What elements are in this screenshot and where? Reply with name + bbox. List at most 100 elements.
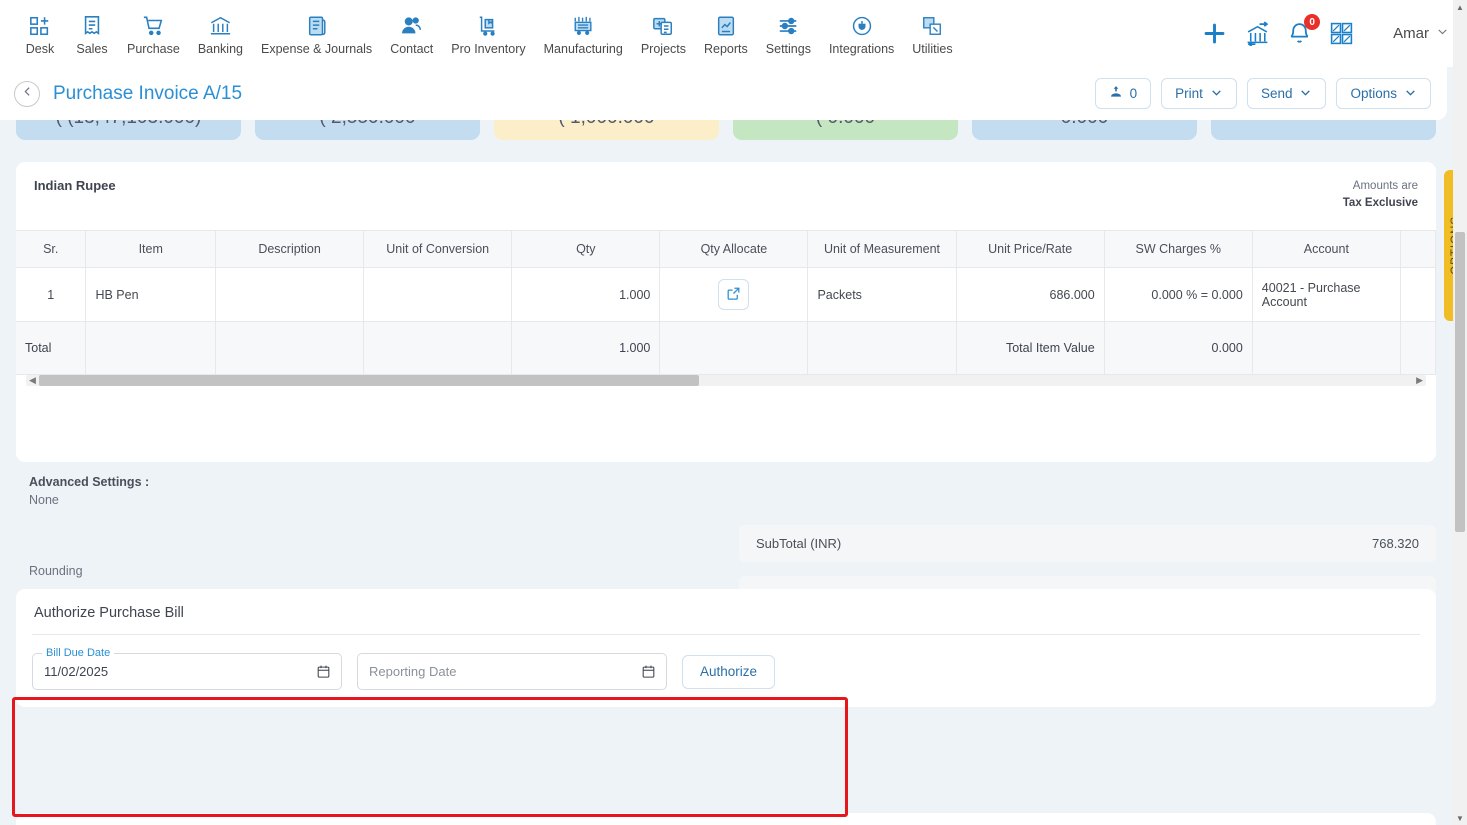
external-link-icon <box>726 286 741 304</box>
nav-item-expense-journals[interactable]: Expense & Journals <box>252 11 381 56</box>
add-plus-icon[interactable] <box>1201 20 1228 47</box>
scroll-up-arrow[interactable]: ▲ <box>1453 0 1467 14</box>
options-label: Options <box>1350 86 1397 101</box>
column-header-actions <box>1400 230 1437 269</box>
bank-transfer-icon[interactable] <box>1245 21 1270 46</box>
apps-grid-icon[interactable] <box>1329 21 1354 46</box>
page-body: ( (13,47,103.000) ( 2,550.000 ( 1,000.00… <box>0 100 1453 825</box>
options-button[interactable]: Options <box>1336 78 1431 109</box>
nav-label: Sales <box>76 42 108 56</box>
attachments-button[interactable]: 0 <box>1094 78 1152 109</box>
settings-sliders-icon <box>777 11 800 37</box>
page-scrollbar[interactable]: ▲ ▼ <box>1453 0 1467 825</box>
total-item-value: 0.000 <box>1104 321 1253 376</box>
reporting-date-field[interactable]: Reporting Date <box>357 653 667 690</box>
cell-row-actions <box>1400 267 1437 323</box>
column-header-qty-allocate[interactable]: Qty Allocate <box>659 230 809 269</box>
nav-item-integrations[interactable]: Integrations <box>820 11 903 56</box>
column-header-description[interactable]: Description <box>215 230 365 269</box>
total-description-blank <box>215 321 365 376</box>
qty-allocate-button[interactable] <box>718 279 750 311</box>
reports-chart-icon <box>715 11 737 37</box>
nav-item-desk[interactable]: Desk <box>14 11 66 56</box>
calendar-icon[interactable] <box>316 664 331 679</box>
total-value: 768.320 <box>1372 536 1419 551</box>
table-header-row: Sr. Item Description Unit of Conversion … <box>16 230 1437 269</box>
advanced-settings: Advanced Settings : None <box>29 475 149 507</box>
total-item-value-label: Total Item Value <box>956 321 1105 376</box>
scroll-right-arrow[interactable]: ▶ <box>1413 375 1426 386</box>
nav-item-utilities[interactable]: Utilities <box>903 11 961 56</box>
total-actions-blank <box>1400 321 1437 376</box>
sales-receipt-icon <box>81 11 103 37</box>
print-button[interactable]: Print <box>1161 78 1237 109</box>
attachments-count: 0 <box>1129 86 1138 101</box>
column-header-account[interactable]: Account <box>1252 230 1401 269</box>
column-header-item[interactable]: Item <box>85 230 217 269</box>
chevron-down-icon <box>1436 25 1449 43</box>
scroll-down-arrow[interactable]: ▼ <box>1453 811 1467 825</box>
tax-note-line2: Tax Exclusive <box>1342 196 1418 209</box>
tax-note: Amounts are Tax Exclusive <box>1343 178 1418 211</box>
total-qty: 1.000 <box>511 321 661 376</box>
table-horizontal-scrollbar[interactable]: ◀ ▶ <box>26 375 1426 387</box>
total-uom-blank <box>807 321 957 376</box>
total-label: SubTotal (INR) <box>756 536 842 551</box>
cell-qty-allocate <box>659 267 809 323</box>
notification-bell-icon[interactable]: 0 <box>1287 14 1321 46</box>
bill-due-date-label: Bill Due Date <box>42 647 115 659</box>
nav-item-pro-inventory[interactable]: Pro Inventory <box>442 11 534 56</box>
table-row[interactable]: 1 HB Pen 1.000 Packets 686.000 0.000 % =… <box>16 267 1437 323</box>
cell-unit-price[interactable]: 686.000 <box>956 267 1105 323</box>
cell-item-link[interactable]: HB Pen <box>85 267 217 323</box>
history-section-title: History & Notes <box>16 813 1436 825</box>
currency-row: Indian Rupee Amounts are Tax Exclusive <box>16 162 1436 211</box>
nav-item-banking[interactable]: Banking <box>189 11 252 56</box>
highlight-box <box>12 697 848 817</box>
nav-item-purchase[interactable]: Purchase <box>118 11 189 56</box>
cell-description[interactable] <box>215 267 365 323</box>
cell-unit-of-conversion[interactable] <box>363 267 513 323</box>
user-menu[interactable]: Amar <box>1393 25 1449 43</box>
integrations-plug-icon <box>851 11 873 37</box>
nav-item-reports[interactable]: Reports <box>695 11 757 56</box>
chevron-down-icon <box>1210 86 1223 102</box>
calendar-icon[interactable] <box>641 664 656 679</box>
utilities-shapes-icon <box>921 11 943 37</box>
contact-people-icon <box>400 11 423 37</box>
back-button[interactable] <box>14 80 40 107</box>
scrollbar-thumb[interactable] <box>38 375 699 387</box>
nav-item-contact[interactable]: Contact <box>381 11 442 56</box>
bill-due-date-field[interactable]: Bill Due Date 11/02/2025 <box>32 647 342 690</box>
nav-item-sales[interactable]: Sales <box>66 11 118 56</box>
column-header-unit-of-measurement[interactable]: Unit of Measurement <box>807 230 957 269</box>
total-uoc-blank <box>363 321 513 376</box>
nav-label: Utilities <box>912 42 953 56</box>
column-header-sw-charges[interactable]: SW Charges % <box>1104 230 1253 269</box>
scrollbar-track[interactable] <box>38 375 1413 387</box>
nav-label: Manufacturing <box>543 42 623 56</box>
cell-qty[interactable]: 1.000 <box>511 267 661 323</box>
page-title: Purchase Invoice A/15 <box>53 82 243 104</box>
cell-sw-charges[interactable]: 0.000 % = 0.000 <box>1104 267 1253 323</box>
scroll-left-arrow[interactable]: ◀ <box>26 375 39 386</box>
page-scrollbar-thumb[interactable] <box>1455 232 1465 532</box>
expense-journal-icon <box>306 11 328 37</box>
column-header-sr[interactable]: Sr. <box>16 230 87 269</box>
desk-grid-plus-icon <box>29 11 51 37</box>
nav-item-projects[interactable]: Projects <box>632 11 695 56</box>
bill-due-date-value: 11/02/2025 <box>44 664 109 679</box>
chevron-left-icon <box>21 85 34 103</box>
chevron-down-icon <box>1299 86 1312 102</box>
nav-label: Pro Inventory <box>451 42 526 56</box>
tax-note-line1: Amounts are <box>1352 180 1418 192</box>
column-header-unit-of-conversion[interactable]: Unit of Conversion <box>363 230 513 269</box>
nav-item-manufacturing[interactable]: Manufacturing <box>535 11 632 56</box>
authorize-button[interactable]: Authorize <box>682 654 776 689</box>
nav-item-settings[interactable]: Settings <box>757 11 820 56</box>
column-header-unit-price-rate[interactable]: Unit Price/Rate <box>956 230 1105 269</box>
cell-account[interactable]: 40021 - Purchase Account <box>1252 267 1401 323</box>
column-header-qty[interactable]: Qty <box>511 230 661 269</box>
cell-unit-of-measurement[interactable]: Packets <box>807 267 957 323</box>
send-button[interactable]: Send <box>1246 78 1327 109</box>
